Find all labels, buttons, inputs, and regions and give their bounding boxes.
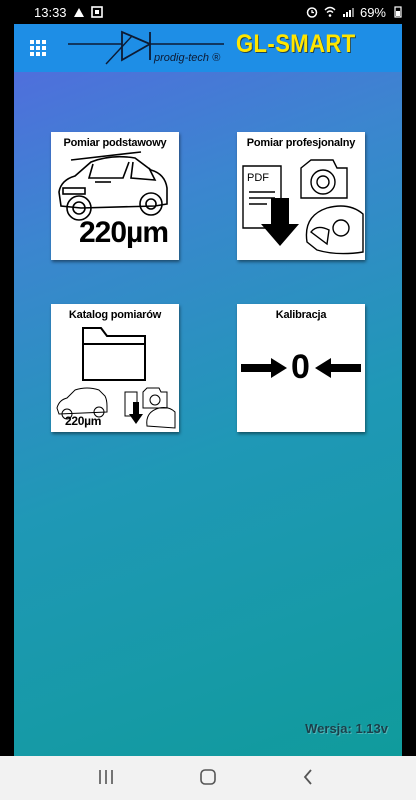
notification-icon	[73, 8, 84, 17]
alarm-icon	[306, 7, 318, 18]
wifi-icon	[324, 6, 336, 17]
home-icon[interactable]	[198, 767, 218, 787]
app-header: prodig-tech ® GL-SMART	[14, 24, 402, 72]
calibration-zero: 0	[291, 348, 310, 386]
main-area: Pomiar podstawowy 220µm Pomiar profesjon…	[14, 72, 402, 756]
tile-basic-measurement[interactable]: Pomiar podstawowy 220µm	[51, 132, 179, 260]
status-bar: 13:33 69%	[0, 0, 416, 24]
version-label: Wersja: 1.13v	[305, 721, 388, 736]
tile-label: Katalog pomiarów	[68, 309, 162, 321]
tile-professional-measurement[interactable]: Pomiar profesjonalny PDF	[237, 132, 365, 260]
status-time: 13:33	[34, 4, 67, 20]
pdf-camera-icon	[242, 159, 364, 255]
app-title: GL-SMART	[236, 30, 356, 58]
thickness-value: 220µm	[79, 216, 169, 249]
folder-icon	[56, 327, 176, 429]
brand-name: prodig-tech ®	[154, 52, 221, 64]
signal-icon	[342, 8, 354, 17]
back-icon[interactable]	[300, 767, 316, 787]
gallery-icon	[90, 6, 103, 18]
grid-menu-icon[interactable]	[30, 40, 46, 56]
tile-calibration[interactable]: Kalibracja 0	[237, 304, 365, 432]
catalog-thickness-value: 220µm	[65, 414, 102, 428]
tile-label: Pomiar podstawowy	[63, 137, 167, 149]
pdf-label: PDF	[247, 172, 269, 184]
battery-icon	[394, 6, 402, 18]
recent-apps-icon[interactable]	[98, 767, 114, 787]
tile-label: Kalibracja	[275, 309, 327, 321]
navigation-bar	[0, 756, 416, 800]
battery-percent: 69%	[359, 4, 386, 20]
tile-measurement-catalog[interactable]: Katalog pomiarów 220µm	[51, 304, 179, 432]
tile-label: Pomiar profesjonalny	[246, 137, 356, 149]
